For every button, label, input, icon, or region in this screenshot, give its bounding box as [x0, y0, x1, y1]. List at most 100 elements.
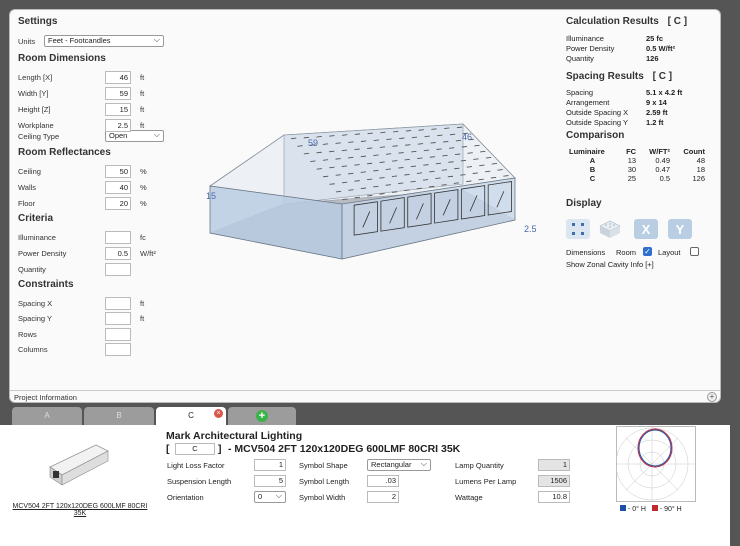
- close-icon[interactable]: ×: [214, 409, 223, 418]
- constraints-row: Spacing Y ft: [18, 312, 168, 326]
- field-input[interactable]: 59: [105, 86, 131, 100]
- luminaire-mark: [335, 190, 342, 193]
- luminaire-mark: [429, 156, 436, 158]
- luminaire-mark: [341, 165, 348, 167]
- result-label: Power Density: [566, 44, 615, 53]
- tab-c[interactable]: C ×: [156, 407, 226, 425]
- luminaire-mark: [367, 147, 373, 149]
- unit-label: ft: [140, 88, 145, 98]
- add-tab-button[interactable]: +: [228, 407, 296, 425]
- luminaire-mark: [398, 152, 404, 154]
- luminaire-mark: [379, 193, 385, 195]
- luminaire-mark: [449, 133, 456, 136]
- unit-label: %: [140, 198, 147, 208]
- luminaire-code-input[interactable]: C: [175, 443, 215, 455]
- orientation-select[interactable]: 0 ⌵: [254, 491, 286, 503]
- layout-checkbox[interactable]: [690, 247, 699, 256]
- criteria-row: Power Density 0.5 W/ft²: [18, 246, 168, 260]
- result-value: 126: [646, 54, 659, 63]
- luminaire-mark: [473, 158, 479, 160]
- luminaire-mark: [460, 159, 467, 162]
- luminaire-mark: [416, 187, 422, 190]
- constraints-row: Columns: [18, 343, 168, 357]
- wattage-input[interactable]: 10.8: [538, 491, 570, 503]
- luminaire-mark: [461, 146, 467, 148]
- field-input[interactable]: [105, 312, 131, 325]
- luminaire-mark: [497, 169, 503, 171]
- llf-label: Light Loss Factor: [167, 461, 225, 470]
- tab-a[interactable]: A: [12, 407, 82, 425]
- luminaire-mark: [435, 162, 442, 165]
- dim-length-label: 46: [462, 132, 472, 142]
- results-panel: Calculation Results [ C ] Spacing Result…: [566, 16, 716, 386]
- polar-legend: - 0° H - 90° H: [620, 505, 682, 513]
- luminaire-mark: [386, 138, 392, 141]
- field-input[interactable]: 46: [105, 70, 131, 84]
- field-input[interactable]: 40: [105, 180, 131, 194]
- expand-plus-icon[interactable]: +: [707, 392, 717, 402]
- zonal-cavity-link[interactable]: Show Zonal Cavity Info [+]: [566, 260, 654, 269]
- field-input[interactable]: [105, 343, 131, 356]
- main-panel: Settings Units Feet - Footcandles ⌵ Room…: [9, 9, 721, 403]
- luminaire-mark: [404, 189, 410, 192]
- luminaire-mark: [424, 135, 430, 138]
- display-title: Display: [566, 198, 602, 209]
- room-3d-viewport[interactable]: 59 46 15 2.5: [178, 14, 564, 374]
- 3d-room-icon[interactable]: [598, 219, 622, 239]
- criteria-row: Quantity: [18, 262, 168, 276]
- room-reflectances-row: Ceiling 50%: [18, 164, 168, 178]
- llf-input[interactable]: 1: [254, 459, 286, 471]
- table-row[interactable]: B 30 0.47 18: [566, 165, 708, 174]
- luminaire-mark: [410, 165, 417, 168]
- room-reflectances-row: Floor 20%: [18, 196, 168, 210]
- field-label: Workplane: [18, 120, 54, 130]
- luminaire-mark: [453, 182, 460, 184]
- luminaire-mark: [354, 196, 361, 199]
- luminaire-mark: [335, 174, 341, 176]
- units-select[interactable]: Feet - Footcandles ⌵: [44, 35, 164, 47]
- spacing-results-title: Spacing Results [ C ]: [566, 71, 673, 82]
- symbol-length-input[interactable]: .03: [367, 475, 399, 487]
- tab-b[interactable]: B: [84, 407, 154, 425]
- luminaire-mark: [456, 126, 463, 129]
- symbol-shape-select[interactable]: Rectangular ⌵: [367, 459, 431, 471]
- luminaire-name: - MCV504 2FT 120x120DEG 600LMF 80CRI 35K: [228, 443, 461, 455]
- room-checkbox[interactable]: ✓: [643, 247, 652, 256]
- luminaire-mark: [410, 180, 416, 183]
- field-input[interactable]: [105, 262, 131, 276]
- unit-label: fc: [140, 232, 146, 242]
- table-row[interactable]: A 13 0.49 48: [566, 156, 708, 165]
- layout-grid-icon[interactable]: [566, 219, 590, 239]
- result-value: 5.1 x 4.2 ft: [646, 88, 683, 97]
- unit-label: %: [140, 166, 147, 176]
- luminaire-mark: [290, 137, 297, 140]
- constraints-title: Constraints: [18, 279, 74, 290]
- field-input[interactable]: 0.5: [105, 246, 131, 260]
- field-input[interactable]: 2.5: [105, 118, 131, 132]
- field-input[interactable]: [105, 327, 131, 341]
- luminaire-mark: [316, 168, 322, 170]
- thumbnail-caption[interactable]: MCV504 2FT 120x120DEG 600LMF 80CRI 35K: [10, 503, 150, 517]
- field-label: Floor: [18, 198, 36, 208]
- suspension-input[interactable]: 5: [254, 475, 286, 487]
- result-label: Spacing: [566, 88, 594, 97]
- photometric-polar-plot: [616, 426, 696, 502]
- field-input[interactable]: [105, 296, 131, 310]
- field-input[interactable]: [105, 230, 131, 244]
- result-label: Illuminance: [566, 34, 604, 43]
- x-axis-view-icon[interactable]: X: [634, 219, 658, 239]
- field-input[interactable]: 15: [105, 102, 131, 116]
- luminaire-mark: [360, 140, 367, 142]
- field-input[interactable]: 50: [105, 164, 131, 178]
- project-information-bar[interactable]: Project Information +: [10, 390, 720, 403]
- result-value: 1.2 ft: [646, 118, 664, 127]
- lamp-quantity-value: 1: [538, 459, 570, 471]
- luminaire-mark: [454, 167, 460, 170]
- field-input[interactable]: 20: [105, 196, 131, 210]
- result-label: Quantity: [566, 54, 594, 63]
- table-row[interactable]: C 25 0.5 126: [566, 174, 708, 183]
- luminaire-mark: [454, 153, 461, 156]
- legend-swatch-0h: [620, 505, 626, 511]
- y-axis-view-icon[interactable]: Y: [668, 219, 692, 239]
- symbol-width-input[interactable]: 2: [367, 491, 399, 503]
